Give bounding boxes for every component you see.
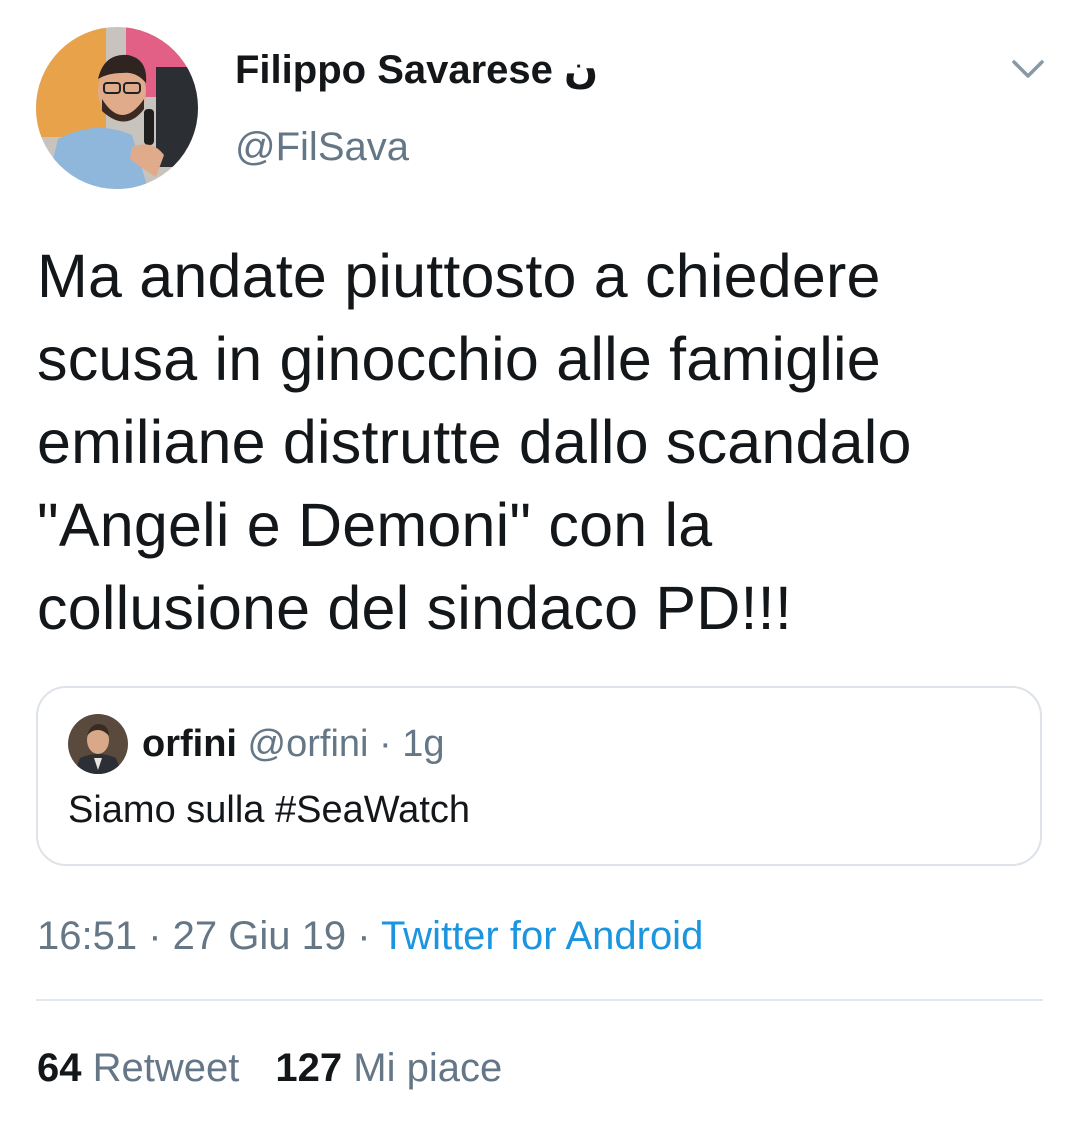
quoted-avatar[interactable] bbox=[68, 714, 128, 774]
tweet-text: Ma andate piuttosto a chiedere scusa in … bbox=[37, 242, 912, 642]
tweet-stats: 64 Retweet 127 Mi piace bbox=[37, 1042, 502, 1094]
quoted-author-name[interactable]: orfini bbox=[142, 723, 237, 765]
meta-separator: · bbox=[346, 914, 381, 958]
author-name-suffix: ن bbox=[564, 48, 599, 92]
tweet-source-link[interactable]: Twitter for Android bbox=[381, 914, 703, 958]
meta-separator: · bbox=[137, 914, 173, 958]
likes-label: Mi piace bbox=[353, 1046, 503, 1090]
divider bbox=[36, 999, 1043, 1001]
author-avatar[interactable] bbox=[36, 27, 198, 189]
tweet-date: 27 Giu 19 bbox=[172, 914, 347, 958]
quoted-text: Siamo sulla #SeaWatch bbox=[68, 789, 471, 831]
quoted-separator: · bbox=[368, 723, 403, 765]
retweets-count: 64 bbox=[37, 1046, 82, 1090]
author-handle[interactable]: @FilSava bbox=[235, 122, 409, 172]
author-name-text: Filippo Savarese bbox=[235, 48, 553, 92]
author-name[interactable]: Filippo Savarese ن bbox=[235, 45, 598, 95]
quoted-age: 1g bbox=[402, 723, 445, 765]
quoted-tweet[interactable]: orfini @orfini · 1g Siamo sulla #SeaWatc… bbox=[36, 686, 1042, 866]
quoted-author-handle[interactable]: @orfini bbox=[248, 723, 369, 765]
quoted-avatar-image bbox=[68, 714, 128, 774]
likes-count: 127 bbox=[275, 1046, 343, 1090]
retweets-stat[interactable]: 64 Retweet bbox=[37, 1042, 239, 1094]
likes-stat[interactable]: 127 Mi piace bbox=[275, 1042, 502, 1094]
tweet: Filippo Savarese ن @FilSava Ma andate pi… bbox=[0, 0, 1080, 1124]
retweets-label: Retweet bbox=[92, 1046, 240, 1090]
chevron-down-icon[interactable] bbox=[1008, 54, 1048, 86]
quoted-header: orfini @orfini · 1g bbox=[142, 720, 445, 768]
tweet-time: 16:51 bbox=[37, 914, 138, 958]
tweet-meta: 16:51 · 27 Giu 19 · Twitter for Android bbox=[37, 910, 703, 962]
author-avatar-image bbox=[36, 27, 198, 189]
